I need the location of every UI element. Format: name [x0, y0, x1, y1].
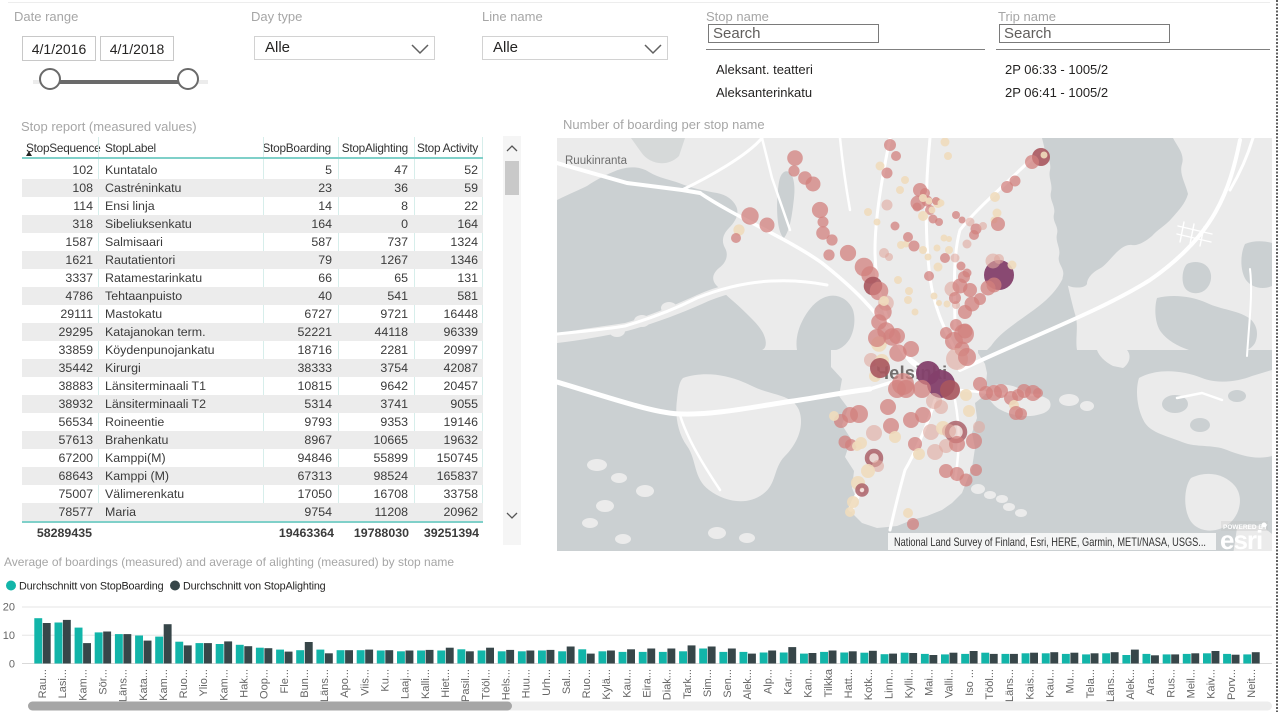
svg-text:10: 10: [3, 630, 15, 642]
svg-text:Kata...: Kata...: [138, 669, 150, 701]
svg-text:Durchschnitt von StopAlighting: Durchschnitt von StopAlighting: [183, 581, 326, 593]
svg-text:Hiet...: Hiet...: [440, 669, 452, 698]
svg-text:Meil...: Meil...: [1186, 669, 1198, 698]
svg-text:Urh...: Urh...: [541, 669, 553, 696]
svg-text:Kam...: Kam...: [158, 669, 170, 701]
svg-text:Pasil...: Pasil...: [460, 669, 472, 702]
svg-text:National Land Survey of Finlan: National Land Survey of Finland, Esri, H…: [894, 535, 1206, 549]
svg-text:Mai...: Mai...: [924, 669, 936, 696]
svg-text:Alek...: Alek...: [1125, 669, 1137, 700]
svg-text:Ruo...: Ruo...: [178, 669, 190, 698]
svg-text:Kotk...: Kotk...: [863, 669, 875, 700]
svg-text:esri: esri: [1220, 525, 1262, 551]
svg-text:Kam...: Kam...: [77, 669, 89, 701]
svg-text:Kau...: Kau...: [1045, 669, 1057, 698]
svg-text:Tilkka: Tilkka: [823, 668, 835, 697]
svg-text:Bun...: Bun...: [299, 669, 311, 698]
svg-text:Ara...: Ara...: [1145, 669, 1157, 695]
svg-text:Ku...: Ku...: [380, 669, 392, 692]
svg-text:Hak...: Hak...: [239, 669, 251, 698]
svg-text:20: 20: [3, 602, 15, 614]
svg-text:0: 0: [9, 659, 15, 671]
svg-text:Tark...: Tark...: [682, 669, 694, 699]
svg-text:Porv...: Porv...: [1226, 669, 1238, 700]
svg-text:Eira...: Eira...: [642, 669, 654, 698]
svg-text:Ruukinranta: Ruukinranta: [565, 155, 628, 167]
svg-text:Tööl...: Tööl...: [984, 669, 996, 700]
svg-text:Durchschnitt von StopBoarding: Durchschnitt von StopBoarding: [19, 581, 164, 593]
svg-text:Viis...: Viis...: [359, 669, 371, 696]
svg-text:Valli...: Valli...: [944, 669, 956, 698]
svg-text:Kar...: Kar...: [783, 669, 795, 695]
svg-text:Linn...: Linn...: [883, 669, 895, 699]
svg-text:Kalli...: Kalli...: [420, 669, 432, 699]
svg-text:Läns...: Läns...: [1004, 669, 1016, 702]
svg-text:Ylio...: Ylio...: [198, 669, 210, 697]
svg-text:Average of boardings (measured: Average of boardings (measured) and aver…: [4, 555, 454, 569]
svg-text:Neit...: Neit...: [1246, 669, 1258, 698]
svg-text:Sör...: Sör...: [97, 669, 109, 695]
svg-text:Huu...: Huu...: [521, 669, 533, 698]
svg-text:Kylli...: Kylli...: [903, 669, 915, 698]
svg-text:Hels...: Hels...: [500, 669, 512, 700]
svg-text:Tela...: Tela...: [1085, 669, 1097, 698]
svg-text:Oop...: Oop...: [259, 669, 271, 699]
svg-text:Alp...: Alp...: [762, 669, 774, 694]
svg-text:Laaj...: Laaj...: [400, 669, 412, 699]
svg-text:Alek...: Alek...: [742, 669, 754, 700]
svg-text:Lasi...: Lasi...: [57, 669, 69, 698]
svg-text:Kam...: Kam...: [218, 669, 230, 701]
svg-text:Läns...: Läns...: [118, 669, 130, 702]
svg-text:Hatt...: Hatt...: [843, 669, 855, 698]
svg-text:Kan...: Kan...: [803, 669, 815, 698]
svg-text:Kau...: Kau...: [621, 669, 633, 698]
svg-text:Rau...: Rau...: [37, 669, 49, 698]
svg-text:Läns...: Läns...: [1105, 669, 1117, 702]
svg-text:Apo...: Apo...: [339, 669, 351, 698]
svg-text:Mu...: Mu...: [1065, 669, 1077, 693]
svg-text:Kaiv...: Kaiv...: [1206, 669, 1218, 699]
svg-text:Ruo...: Ruo...: [581, 669, 593, 698]
svg-text:Kais...: Kais...: [1024, 669, 1036, 700]
svg-text:Rus...: Rus...: [1165, 669, 1177, 698]
svg-text:Diak...: Diak...: [662, 669, 674, 700]
svg-text:Fle...: Fle...: [279, 669, 291, 693]
svg-text:Iso ...: Iso ...: [964, 669, 976, 696]
svg-text:Läns...: Läns...: [319, 669, 331, 702]
svg-text:Tööl...: Tööl...: [480, 669, 492, 700]
svg-text:Sen...: Sen...: [722, 669, 734, 698]
svg-text:Sim...: Sim...: [702, 669, 714, 697]
svg-text:Sal...: Sal...: [561, 669, 573, 694]
svg-text:Kylä...: Kylä...: [601, 669, 613, 700]
